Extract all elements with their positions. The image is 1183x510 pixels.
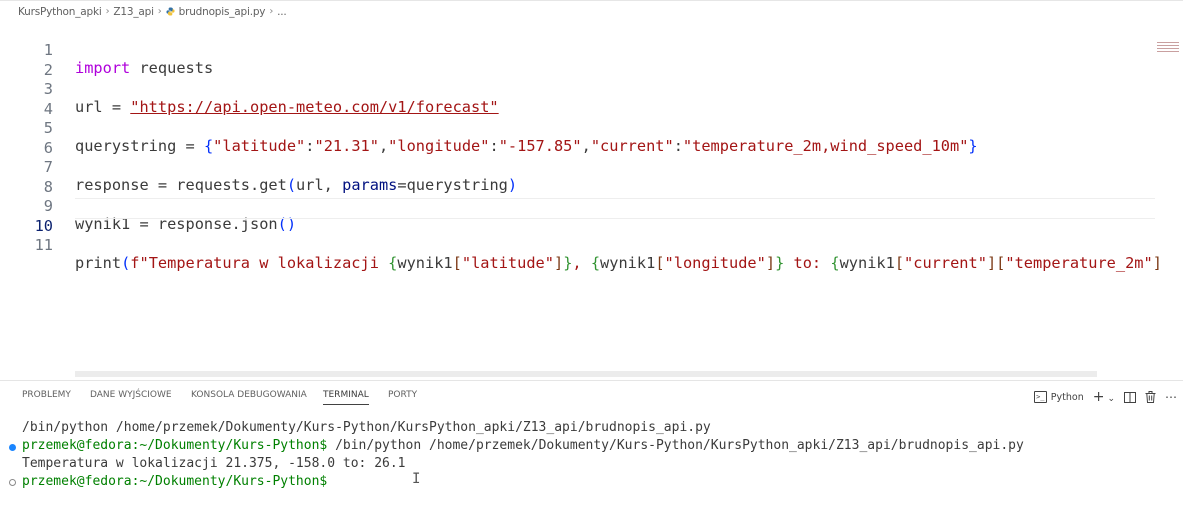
panel-tabs: PROBLEMY DANE WYJŚCIOWE KONSOLA DEBUGOWA…: [0, 381, 1183, 411]
breadcrumb-folder-z13-api[interactable]: Z13_api: [113, 6, 154, 18]
code-fstring: ,: [572, 254, 591, 272]
code-bracket: ]: [765, 254, 776, 272]
code-bracket: {: [388, 254, 398, 272]
trash-icon[interactable]: [1145, 391, 1156, 403]
split-terminal-icon[interactable]: [1124, 391, 1136, 403]
terminal-command: /bin/python /home/przemek/Dokumenty/Kurs…: [327, 438, 1024, 453]
code-bracket: [: [996, 254, 1006, 272]
terminal-prompt: przemek@fedora:~/Dokumenty/Kurs-Python$: [22, 474, 328, 489]
add-terminal-button[interactable]: + ⌄: [1093, 389, 1115, 405]
code-string: "temperature_2m": [1005, 254, 1153, 272]
terminal-name: Python: [1050, 391, 1084, 403]
tab-output[interactable]: DANE WYJŚCIOWE: [90, 390, 172, 404]
tab-ports[interactable]: PORTY: [388, 390, 417, 404]
terminal-prompt: przemek@fedora:~/Dokumenty/Kurs-Python$: [22, 438, 328, 453]
code-editor[interactable]: 1 import requests 2 3 url = "https://api…: [0, 22, 1183, 380]
chevron-down-icon: ⌄: [1107, 394, 1115, 404]
line-number: 11: [34, 236, 53, 254]
code-line[interactable]: 7 response = requests.get(url, params=qu…: [0, 140, 1183, 194]
breadcrumb-folder-kurspython-apki[interactable]: KursPython_apki: [18, 6, 102, 18]
code-function: print: [75, 254, 122, 272]
code-line[interactable]: 2: [0, 43, 1183, 79]
code-string: "longitude": [664, 254, 766, 272]
code-string: "current": [904, 254, 987, 272]
chevron-right-icon: ›: [105, 6, 110, 17]
command-success-decoration[interactable]: [9, 444, 16, 451]
terminal-icon: >_: [1033, 391, 1047, 403]
terminal-selector[interactable]: >_ Python: [1033, 391, 1084, 403]
chevron-right-icon: ›: [269, 6, 274, 17]
code-text: wynik1: [397, 254, 453, 272]
tab-debug-console[interactable]: KONSOLA DEBUGOWANIA: [191, 390, 307, 404]
breadcrumb-ellipsis[interactable]: ...: [277, 6, 287, 18]
code-bracket: ]: [986, 254, 997, 272]
code-fstring: f"Temperatura w lokalizacji: [130, 254, 389, 272]
horizontal-scrollbar[interactable]: [75, 371, 1097, 377]
code-line[interactable]: 6: [0, 121, 1183, 157]
breadcrumb: KursPython_apki › Z13_api › brudnopis_ap…: [0, 0, 1183, 22]
command-pending-decoration[interactable]: [9, 479, 16, 486]
code-bracket: (: [121, 254, 131, 272]
text-cursor-icon: Ι: [412, 471, 421, 487]
terminal-line: przemek@fedora:~/Dokumenty/Kurs-Python$: [22, 474, 327, 492]
code-line[interactable]: 4: [0, 82, 1183, 118]
code-line[interactable]: 11 print(f"Temperatura w lokalizacji {wy…: [0, 218, 1183, 272]
code-bracket: [: [894, 254, 905, 272]
terminal-line: /bin/python /home/przemek/Dokumenty/Kurs…: [22, 420, 711, 435]
code-bracket: ]: [553, 254, 564, 272]
code-bracket: {: [830, 254, 840, 272]
code-bracket: [: [655, 254, 665, 272]
code-bracket: ]: [1152, 254, 1162, 272]
python-file-icon: [166, 7, 175, 16]
terminal-line: przemek@fedora:~/Dokumenty/Kurs-Python$ …: [22, 438, 1024, 456]
code-line[interactable]: 8: [0, 160, 1183, 196]
tab-terminal[interactable]: TERMINAL: [323, 390, 369, 405]
code-string: "latitude": [461, 254, 554, 272]
code-bracket: [: [452, 254, 462, 272]
code-text: wynik1: [839, 254, 895, 272]
code-line-current[interactable]: 10: [0, 197, 1183, 235]
code-line[interactable]: 3 url = "https://api.open-meteo.com/v1/f…: [0, 62, 1183, 116]
breadcrumb-file[interactable]: brudnopis_api.py: [179, 6, 266, 18]
code-text: wynik1: [600, 254, 656, 272]
panel-actions: >_ Python + ⌄ ⋯: [1033, 388, 1177, 406]
code-fstring: to:: [784, 254, 831, 272]
code-line[interactable]: 9 wynik1 = response.json(): [0, 179, 1183, 233]
plus-icon: +: [1092, 389, 1105, 405]
bottom-panel: PROBLEMY DANE WYJŚCIOWE KONSOLA DEBUGOWA…: [0, 380, 1183, 510]
code-line[interactable]: 1 import requests: [0, 23, 1183, 77]
tab-problems[interactable]: PROBLEMY: [22, 390, 71, 404]
terminal-line: Temperatura w lokalizacji 21.375, -158.0…: [22, 456, 406, 471]
code-bracket: }: [775, 254, 785, 272]
code-line[interactable]: 5 querystring = {"latitude":"21.31","lon…: [0, 101, 1183, 155]
more-actions-icon[interactable]: ⋯: [1165, 390, 1177, 404]
chevron-right-icon: ›: [157, 6, 162, 17]
code-bracket: {: [590, 254, 601, 272]
